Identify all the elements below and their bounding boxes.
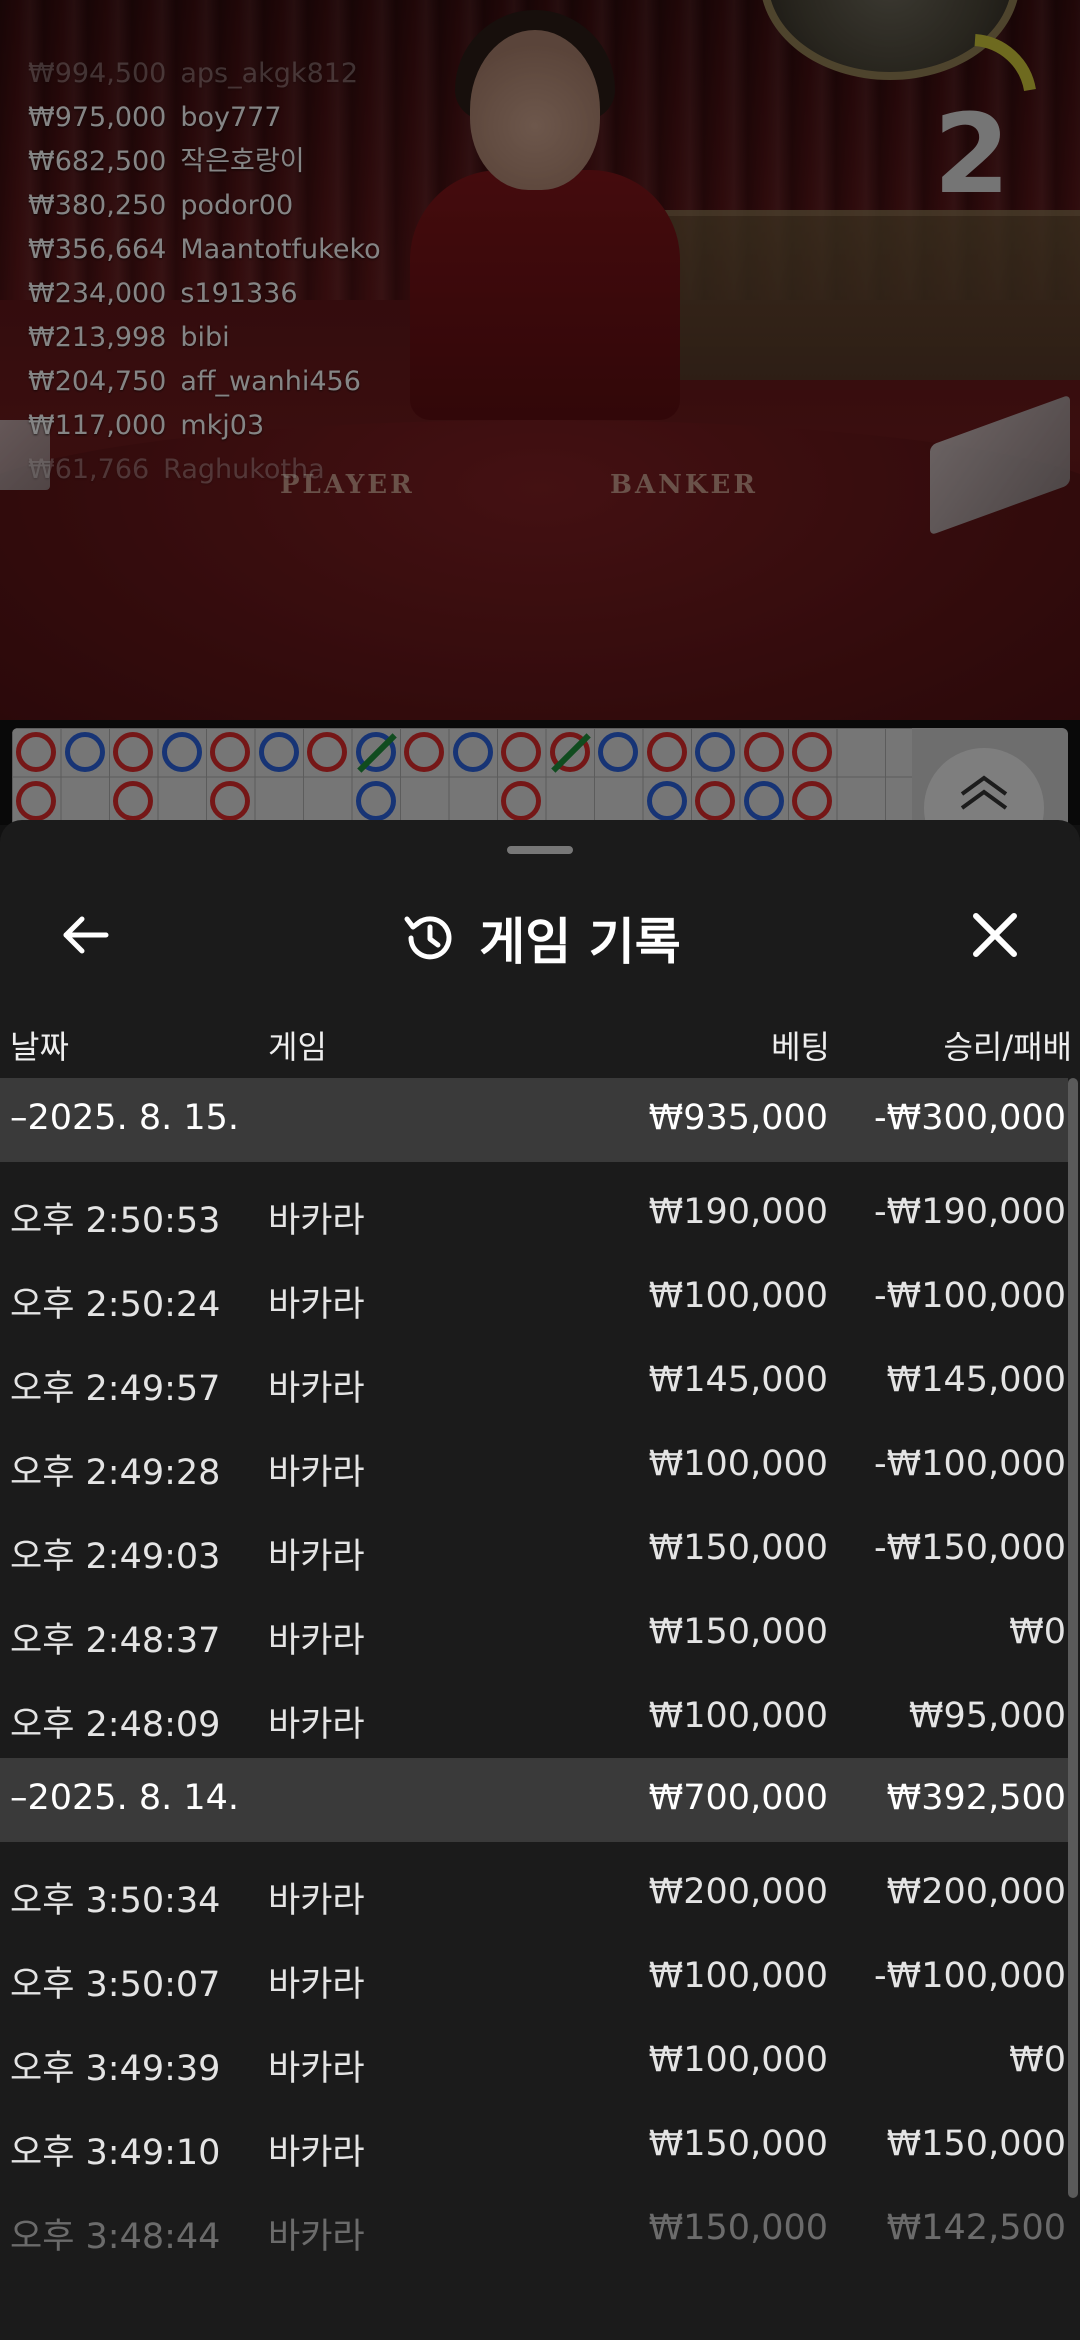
close-icon: [973, 913, 1017, 957]
sheet-drag-handle[interactable]: [507, 846, 573, 854]
record-game: 바카라: [268, 1621, 365, 1661]
record-game: 바카라: [268, 2217, 365, 2257]
record-time: 오후 2:49:28: [10, 1453, 221, 1493]
record-bet: ₩150,000: [648, 1528, 828, 1568]
history-row[interactable]: 오후 3:49:10 바카라 ₩150,000 ₩150,000: [0, 2102, 1068, 2186]
sheet-header: 게임 기록: [0, 880, 1080, 990]
record-game: 바카라: [268, 1537, 365, 1577]
record-bet: ₩150,000: [648, 2124, 828, 2164]
record-bet: ₩190,000: [648, 1192, 828, 1232]
record-bet: ₩150,000: [648, 1612, 828, 1652]
history-scrollbar[interactable]: [1068, 1078, 1078, 2198]
record-time: 오후 3:49:39: [10, 2049, 221, 2089]
column-date: 날짜: [10, 1028, 69, 1066]
day-summary-row[interactable]: –2025. 8. 15. ₩935,000 -₩300,000: [0, 1078, 1068, 1162]
history-row[interactable]: 오후 3:48:44 바카라 ₩150,000 ₩142,500: [0, 2186, 1068, 2270]
record-bet: ₩150,000: [648, 2208, 828, 2248]
close-button[interactable]: [960, 900, 1030, 970]
history-row[interactable]: 오후 2:50:53 바카라 ₩190,000 -₩190,000: [0, 1170, 1068, 1254]
day-summary-row[interactable]: –2025. 8. 14. ₩700,000 ₩392,500: [0, 1758, 1068, 1842]
record-time: 오후 2:49:57: [10, 1369, 221, 1409]
table-header: 날짜 게임 베팅 승리/패배: [0, 1010, 1080, 1070]
record-game: 바카라: [268, 1965, 365, 2005]
record-time: 오후 2:49:03: [10, 1537, 221, 1577]
day-date: –2025. 8. 15.: [10, 1098, 240, 1138]
record-time: 오후 2:50:53: [10, 1201, 221, 1241]
history-row[interactable]: 오후 3:49:39 바카라 ₩100,000 ₩0: [0, 2018, 1068, 2102]
record-bet: ₩100,000: [648, 1276, 828, 1316]
record-time: 오후 3:48:44: [10, 2217, 221, 2257]
record-game: 바카라: [268, 1201, 365, 1241]
day-total-bet: ₩700,000: [648, 1778, 828, 1818]
record-result: -₩100,000: [874, 1444, 1066, 1484]
history-row[interactable]: 오후 2:49:57 바카라 ₩145,000 ₩145,000: [0, 1338, 1068, 1422]
history-list: –2025. 8. 15. ₩935,000 -₩300,000 오후 2:50:53…: [0, 1078, 1068, 2270]
record-bet: ₩145,000: [648, 1360, 828, 1400]
history-row[interactable]: 오후 2:49:28 바카라 ₩100,000 -₩100,000: [0, 1422, 1068, 1506]
history-row[interactable]: 오후 2:48:09 바카라 ₩100,000 ₩95,000: [0, 1674, 1068, 1758]
record-result: ₩95,000: [908, 1696, 1066, 1736]
record-result: -₩150,000: [874, 1528, 1066, 1568]
record-time: 오후 2:48:37: [10, 1621, 221, 1661]
record-result: ₩200,000: [886, 1872, 1066, 1912]
record-bet: ₩100,000: [648, 1444, 828, 1484]
modal-backdrop[interactable]: [0, 0, 1080, 825]
record-time: 오후 2:50:24: [10, 1285, 221, 1325]
record-result: -₩100,000: [874, 1956, 1066, 1996]
history-row[interactable]: 오후 2:50:24 바카라 ₩100,000 -₩100,000: [0, 1254, 1068, 1338]
history-row[interactable]: 오후 3:50:34 바카라 ₩200,000 ₩200,000: [0, 1850, 1068, 1934]
record-game: 바카라: [268, 1369, 365, 1409]
column-game: 게임: [268, 1028, 327, 1066]
record-result: ₩145,000: [886, 1360, 1066, 1400]
record-result: ₩0: [1009, 1612, 1066, 1652]
day-total-result: -₩300,000: [874, 1098, 1066, 1138]
day-group: –2025. 8. 14. ₩700,000 ₩392,500 오후 3:50:34 바…: [0, 1758, 1068, 2270]
game-history-sheet: 게임 기록 날짜 게임 베팅 승리/패배 –2025. 8. 15. ₩935,0…: [0, 820, 1080, 2340]
day-group: –2025. 8. 15. ₩935,000 -₩300,000 오후 2:50:53…: [0, 1078, 1068, 1758]
record-game: 바카라: [268, 1881, 365, 1921]
record-bet: ₩200,000: [648, 1872, 828, 1912]
record-result: ₩142,500: [886, 2208, 1066, 2248]
record-game: 바카라: [268, 2049, 365, 2089]
column-bet: 베팅: [771, 1028, 830, 1066]
column-result: 승리/패배: [943, 1028, 1072, 1066]
day-date: –2025. 8. 14.: [10, 1778, 240, 1818]
record-result: ₩150,000: [886, 2124, 1066, 2164]
history-icon: [404, 916, 452, 960]
record-time: 오후 3:50:34: [10, 1881, 221, 1921]
record-time: 오후 3:50:07: [10, 1965, 221, 2005]
record-game: 바카라: [268, 1453, 365, 1493]
record-time: 오후 3:49:10: [10, 2133, 221, 2173]
record-game: 바카라: [268, 1285, 365, 1325]
history-row[interactable]: 오후 2:48:37 바카라 ₩150,000 ₩0: [0, 1590, 1068, 1674]
record-bet: ₩100,000: [648, 2040, 828, 2080]
record-bet: ₩100,000: [648, 1696, 828, 1736]
record-game: 바카라: [268, 2133, 365, 2173]
record-result: -₩100,000: [874, 1276, 1066, 1316]
record-game: 바카라: [268, 1705, 365, 1745]
day-total-bet: ₩935,000: [648, 1098, 828, 1138]
record-time: 오후 2:48:09: [10, 1705, 221, 1745]
history-row[interactable]: 오후 2:49:03 바카라 ₩150,000 -₩150,000: [0, 1506, 1068, 1590]
sheet-title-group: 게임 기록: [0, 902, 1080, 974]
record-result: ₩0: [1009, 2040, 1066, 2080]
sheet-title: 게임 기록: [479, 913, 681, 971]
history-row[interactable]: 오후 3:50:07 바카라 ₩100,000 -₩100,000: [0, 1934, 1068, 2018]
record-bet: ₩100,000: [648, 1956, 828, 1996]
day-total-result: ₩392,500: [886, 1778, 1066, 1818]
record-result: -₩190,000: [874, 1192, 1066, 1232]
